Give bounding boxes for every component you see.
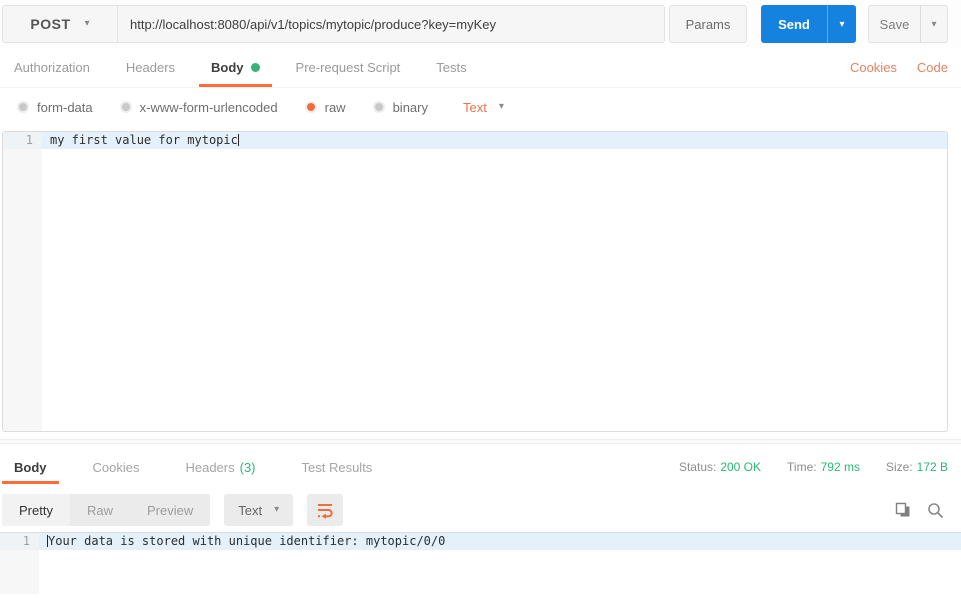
radio-selected-icon bbox=[304, 101, 317, 113]
tab-label: Test Results bbox=[301, 459, 373, 475]
code-link[interactable]: Code bbox=[897, 48, 948, 87]
response-meta-bar: Body Cookies Headers (3) Test Results St… bbox=[0, 444, 961, 490]
format-label: Text bbox=[238, 502, 263, 518]
tab-body[interactable]: Body bbox=[199, 48, 272, 87]
body-has-content-dot-icon bbox=[250, 63, 260, 72]
copy-response-button[interactable] bbox=[890, 497, 916, 523]
send-button-group: Send ▾ bbox=[761, 5, 856, 43]
view-mode-group: Pretty Raw Preview bbox=[2, 494, 211, 526]
tab-label: Authorization bbox=[14, 60, 90, 75]
radio-binary[interactable]: binary bbox=[372, 99, 428, 115]
chevron-down-icon: ▾ bbox=[839, 18, 845, 30]
radio-raw[interactable]: raw bbox=[304, 99, 346, 115]
copy-icon bbox=[895, 502, 910, 517]
radio-label: x-www-form-urlencoded bbox=[139, 99, 278, 115]
response-body-viewer[interactable]: 1 Your data is stored with unique identi… bbox=[0, 532, 961, 594]
chevron-down-icon: ▾ bbox=[274, 504, 280, 515]
params-label: Params bbox=[685, 16, 731, 32]
radio-icon bbox=[17, 101, 29, 113]
request-bar: POST ▾ Params Send ▾ Save ▾ bbox=[0, 0, 961, 48]
view-mode-pretty[interactable]: Pretty bbox=[2, 494, 70, 526]
tab-label: Cookies bbox=[92, 459, 140, 475]
tab-authorization[interactable]: Authorization bbox=[2, 48, 102, 87]
method-label: POST bbox=[30, 16, 71, 32]
tab-tests[interactable]: Tests bbox=[424, 48, 478, 87]
chevron-down-icon: ▾ bbox=[931, 18, 937, 30]
size-value: 172 B bbox=[916, 460, 948, 474]
radio-form-data[interactable]: form-data bbox=[17, 100, 93, 115]
line-number: 1 bbox=[3, 132, 42, 149]
wrap-lines-button[interactable] bbox=[307, 494, 344, 526]
view-mode-raw[interactable]: Raw bbox=[69, 494, 130, 526]
request-body-editor[interactable]: 1 my first value for mytopic bbox=[2, 131, 948, 432]
status-value: 200 OK bbox=[720, 460, 762, 474]
time-indicator: Time: 792 ms bbox=[787, 444, 860, 490]
radio-label: binary bbox=[392, 99, 428, 115]
status-label: Status: bbox=[678, 460, 717, 474]
format-label: Text bbox=[463, 99, 487, 115]
tab-label: Body bbox=[211, 60, 244, 75]
view-mode-preview[interactable]: Preview bbox=[129, 494, 211, 526]
send-options-caret[interactable]: ▾ bbox=[827, 5, 856, 43]
save-options-caret[interactable]: ▾ bbox=[920, 5, 948, 43]
radio-icon bbox=[372, 101, 385, 113]
time-label: Time: bbox=[787, 460, 817, 474]
tab-label: Tests bbox=[436, 60, 467, 75]
editor-line[interactable]: 1 my first value for mytopic bbox=[3, 132, 947, 149]
response-format-select[interactable]: Text ▾ bbox=[224, 494, 294, 526]
response-toolbar: Pretty Raw Preview Text ▾ bbox=[0, 490, 961, 530]
size-label: Size: bbox=[885, 460, 913, 474]
method-select[interactable]: POST ▾ bbox=[2, 5, 118, 43]
tab-label: Headers bbox=[185, 459, 235, 475]
tab-pre-request-script[interactable]: Pre-request Script bbox=[284, 48, 413, 87]
time-value: 792 ms bbox=[820, 460, 860, 474]
headers-count-badge: (3) bbox=[239, 459, 256, 475]
wrap-lines-icon bbox=[318, 504, 333, 519]
response-line-text: Your data is stored with unique identifi… bbox=[48, 534, 446, 548]
tab-label: Pre-request Script bbox=[295, 60, 401, 75]
radio-icon bbox=[119, 101, 132, 113]
editor-line-text: my first value for mytopic bbox=[50, 133, 238, 147]
body-type-bar: form-data x-www-form-urlencoded raw bina… bbox=[0, 88, 961, 126]
tab-label: Headers bbox=[125, 60, 176, 75]
editor-gutter bbox=[3, 132, 42, 431]
text-cursor bbox=[237, 133, 239, 146]
request-tabs: Authorization Headers Body Pre-request S… bbox=[0, 48, 961, 88]
search-response-button[interactable] bbox=[922, 497, 948, 523]
response-tab-cookies[interactable]: Cookies bbox=[81, 444, 152, 490]
params-button[interactable]: Params bbox=[669, 5, 747, 43]
send-button[interactable]: Send bbox=[761, 5, 827, 43]
radio-x-www-form-urlencoded[interactable]: x-www-form-urlencoded bbox=[119, 99, 278, 115]
radio-label: form-data bbox=[37, 99, 93, 115]
status-indicator: Status: 200 OK bbox=[679, 444, 761, 490]
response-tab-body[interactable]: Body bbox=[2, 444, 59, 490]
response-line[interactable]: 1 Your data is stored with unique identi… bbox=[0, 533, 961, 550]
raw-format-select[interactable]: Text ▾ bbox=[463, 100, 504, 115]
chevron-down-icon: ▾ bbox=[498, 101, 504, 112]
cookies-link[interactable]: Cookies bbox=[830, 48, 897, 87]
chevron-down-icon: ▾ bbox=[84, 18, 90, 29]
tab-label: Body bbox=[14, 459, 47, 475]
save-button-group: Save ▾ bbox=[868, 5, 948, 43]
size-indicator: Size: 172 B bbox=[886, 444, 948, 490]
url-input[interactable] bbox=[118, 5, 665, 43]
save-button[interactable]: Save bbox=[868, 5, 920, 43]
line-number: 1 bbox=[0, 533, 39, 550]
search-icon bbox=[927, 502, 943, 518]
response-tab-headers[interactable]: Headers (3) bbox=[173, 444, 267, 490]
radio-label: raw bbox=[324, 99, 346, 115]
response-tab-test-results[interactable]: Test Results bbox=[290, 444, 385, 490]
tab-headers[interactable]: Headers bbox=[114, 48, 187, 87]
